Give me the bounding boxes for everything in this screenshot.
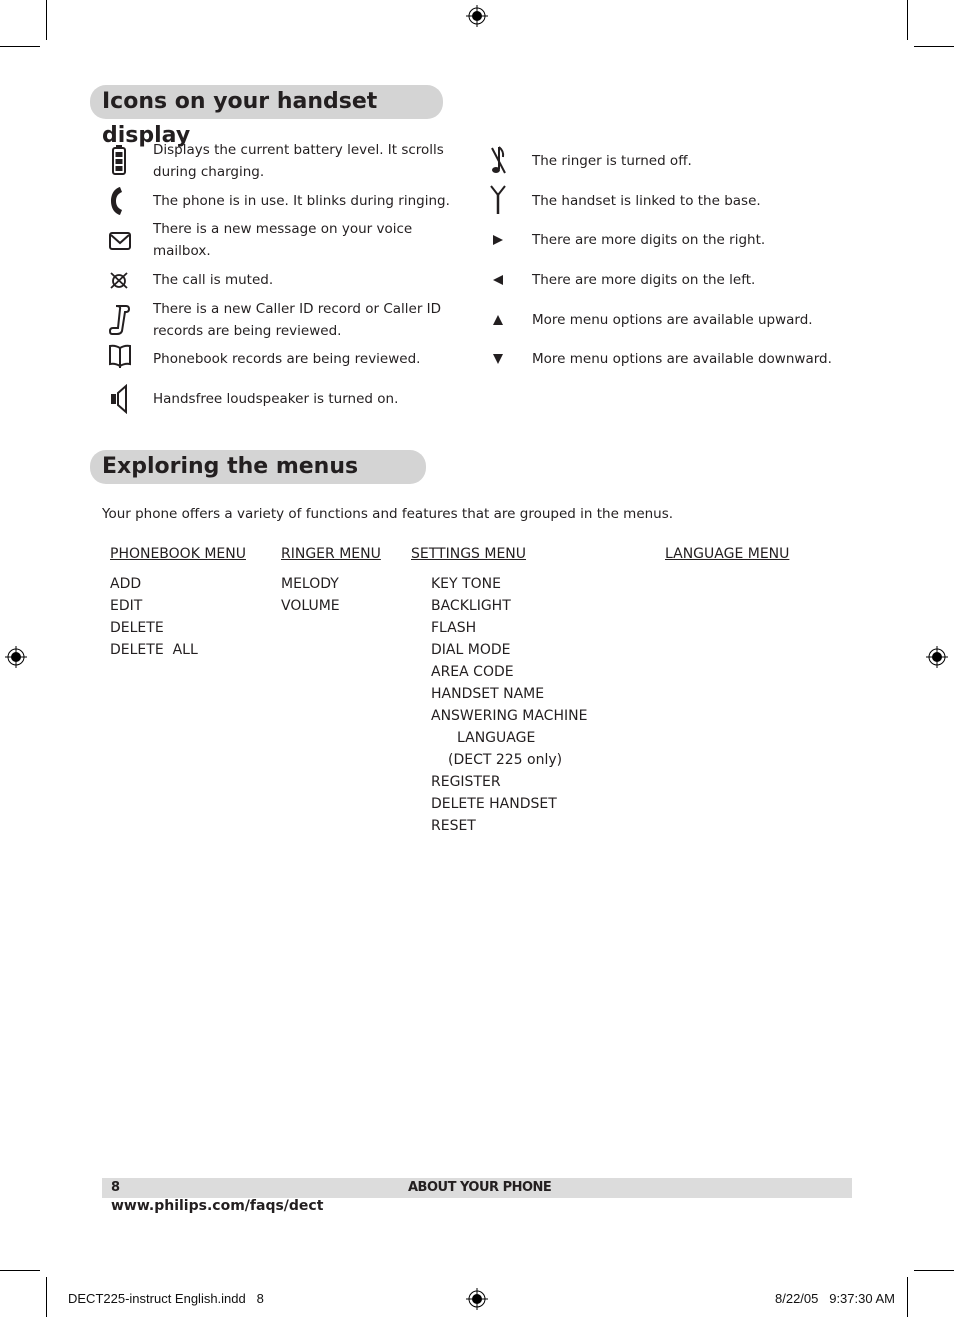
slug-date: 8/22/05 9:37:30 AM <box>775 1291 895 1306</box>
page-number: 8 <box>111 1180 121 1195</box>
icon-description: There are more digits on the left. <box>532 272 756 288</box>
icon-description: The handset is linked to the base. <box>532 193 761 209</box>
icon-description: There are more digits on the right. <box>532 232 766 248</box>
menu-heading-language: LANGUAGE MENU <box>665 546 790 562</box>
footer-url[interactable]: www.philips.com/faqs/dect <box>111 1198 323 1214</box>
antenna-icon <box>485 185 511 215</box>
crop-mark <box>46 0 47 40</box>
icon-description: More menu options are available upward. <box>532 312 813 328</box>
arrow-up-icon <box>485 305 511 335</box>
crop-mark <box>914 1270 954 1271</box>
slug-filename: DECT225-instruct English.indd 8 <box>68 1291 264 1306</box>
footer-section-title: ABOUT YOUR PHONE <box>408 1180 552 1195</box>
menu-item: ADD <box>110 576 142 592</box>
crop-mark <box>0 46 40 47</box>
registration-mark-icon <box>5 646 27 668</box>
battery-icon <box>106 145 132 175</box>
menu-item: VOLUME <box>281 598 340 614</box>
caller-id-scroll-icon <box>107 304 133 335</box>
menu-item: RESET <box>431 818 476 834</box>
icon-description: Handsfree loudspeaker is turned on. <box>153 388 398 410</box>
phone-handset-icon <box>104 186 130 216</box>
icon-description: There is a new message on your voice mai… <box>153 218 412 262</box>
menu-item: REGISTER <box>431 774 501 790</box>
menu-item: MELODY <box>281 576 339 592</box>
menu-list-ringer: MELODY VOLUME <box>281 573 340 617</box>
menu-item-note: (DECT 225 only) <box>448 752 563 768</box>
description-line: Displays the current battery level. It s… <box>153 142 444 158</box>
menu-item: AREA CODE <box>431 664 514 680</box>
icon-description: Displays the current battery level. It s… <box>153 139 444 183</box>
menu-item: HANDSET NAME <box>431 686 545 702</box>
menu-item: KEY TONE <box>431 576 501 592</box>
speaker-icon <box>107 384 133 414</box>
description-line: There is a new message on your voice <box>153 221 413 237</box>
description-line: The phone is in use. It blinks during ri… <box>153 193 450 209</box>
ringer-off-icon <box>485 145 511 175</box>
registration-mark-icon <box>466 5 488 27</box>
description-line: during charging. <box>153 164 265 180</box>
menu-item: BACKLIGHT <box>431 598 511 614</box>
description-line: records are being reviewed. <box>153 323 342 339</box>
description-line: Handsfree loudspeaker is turned on. <box>153 391 399 407</box>
book-icon <box>107 342 133 372</box>
icon-description: More menu options are available downward… <box>532 351 832 367</box>
menu-item: EDIT <box>110 598 143 614</box>
arrow-down-icon <box>485 344 511 374</box>
arrow-left-icon <box>485 265 511 295</box>
menu-item: LANGUAGE <box>457 730 536 746</box>
menu-item: ANSWERING MACHINE <box>431 708 588 724</box>
envelope-icon <box>107 226 133 256</box>
menu-heading-phonebook: PHONEBOOK MENU <box>110 546 246 562</box>
description-line: The call is muted. <box>153 272 274 288</box>
description-line: Phonebook records are being reviewed. <box>153 351 421 367</box>
description-line: mailbox. <box>153 243 211 259</box>
crop-mark <box>46 1277 47 1317</box>
menu-item: DIAL MODE <box>431 642 511 658</box>
menu-item: DELETE ALL <box>110 642 198 658</box>
icon-description: Phonebook records are being reviewed. <box>153 348 420 370</box>
menu-heading-ringer: RINGER MENU <box>281 546 381 562</box>
mute-icon <box>106 265 132 295</box>
crop-mark <box>914 46 954 47</box>
section-heading-menus: Exploring the menus <box>90 450 426 484</box>
crop-mark <box>907 0 908 40</box>
menu-list-settings: KEY TONE BACKLIGHT FLASH DIAL MODE AREA … <box>431 573 587 837</box>
menus-intro: Your phone offers a variety of functions… <box>102 506 674 522</box>
menu-heading-settings: SETTINGS MENU <box>411 546 527 562</box>
registration-mark-icon <box>466 1288 488 1310</box>
icon-description: There is a new Caller ID record or Calle… <box>153 298 441 342</box>
icon-description: The ringer is turned off. <box>532 153 692 169</box>
menu-item: DELETE HANDSET <box>431 796 557 812</box>
crop-mark <box>907 1277 908 1317</box>
section-heading-icons: Icons on your handset display <box>90 85 443 148</box>
arrow-right-icon <box>485 225 511 255</box>
menu-item: FLASH <box>431 620 477 636</box>
icon-description: The phone is in use. It blinks during ri… <box>153 190 450 212</box>
registration-mark-icon <box>926 646 948 668</box>
description-line: There is a new Caller ID record or Calle… <box>153 301 442 317</box>
menu-item: DELETE <box>110 620 164 636</box>
crop-mark <box>0 1270 40 1271</box>
icon-description: The call is muted. <box>153 269 273 291</box>
menu-list-phonebook: ADD EDIT DELETE DELETE ALL <box>110 573 198 661</box>
